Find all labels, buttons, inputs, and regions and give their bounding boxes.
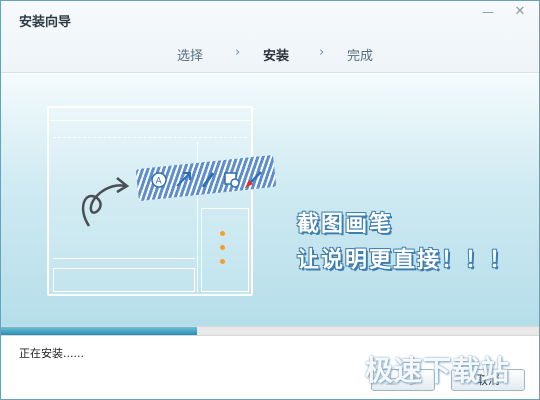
status-text: 正在安装...... xyxy=(19,347,84,360)
install-progress-bar xyxy=(1,326,539,336)
slogan-line-2: 让说明更直接！！！ xyxy=(297,248,514,273)
banner: A 截图画笔 让说明更直接！！！ xyxy=(1,74,539,326)
step-select: 选择 xyxy=(177,49,204,64)
step-finish: 完成 xyxy=(347,49,374,64)
minimize-button[interactable]: — xyxy=(479,5,497,19)
svg-text:A: A xyxy=(156,177,163,187)
installer-window: 安装向导 — ✕ 选择 › 安装 › 完成 A 截图画笔 让说明更直接！！！ 正… xyxy=(0,0,540,400)
header: 安装向导 — ✕ 选择 › 安装 › 完成 xyxy=(1,1,539,73)
pen-tool-icon xyxy=(201,172,215,188)
step-indicator: 选择 › 安装 › 完成 xyxy=(1,45,539,65)
chevron-right-icon: › xyxy=(235,45,241,60)
watermark: 极速下载站 xyxy=(365,354,511,387)
sketch-toolbar xyxy=(53,126,247,138)
slogan-line-1: 截图画笔 xyxy=(297,212,394,237)
curved-arrow-icon xyxy=(81,177,130,227)
window-title: 安装向导 xyxy=(19,15,72,30)
brush-tool-icon xyxy=(245,171,262,188)
text-tool-icon: A xyxy=(151,172,167,188)
progress-fill xyxy=(1,327,197,335)
step-install: 安装 xyxy=(263,49,290,64)
arrow-tool-icon xyxy=(176,172,191,187)
shape-tool-icon xyxy=(224,172,240,188)
drawing-tools: A xyxy=(151,171,262,188)
sketch-title-bar xyxy=(49,108,251,121)
chevron-right-icon: › xyxy=(319,45,325,60)
close-button[interactable]: ✕ xyxy=(511,5,529,19)
sketch-illustration xyxy=(47,106,253,296)
